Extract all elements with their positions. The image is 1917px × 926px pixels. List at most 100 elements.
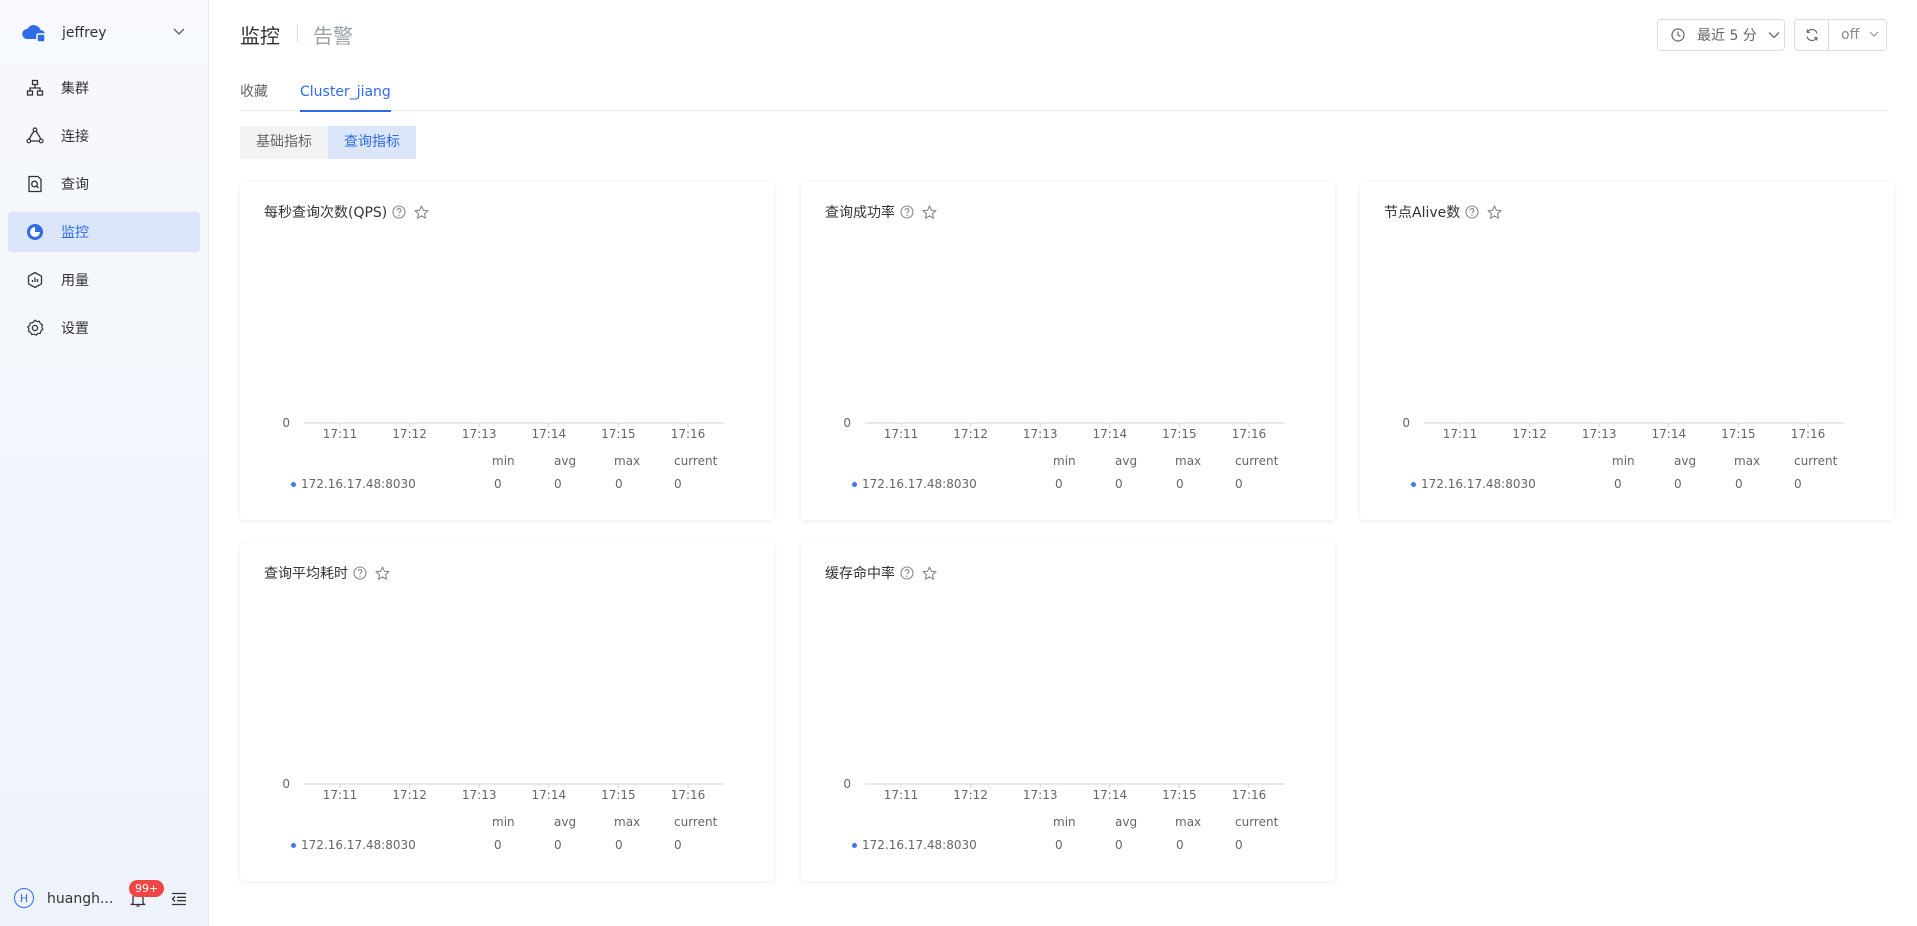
star-icon[interactable] bbox=[1487, 204, 1502, 220]
help-icon[interactable] bbox=[900, 566, 914, 580]
y-tick-label: 0 bbox=[282, 416, 290, 430]
y-tick-label: 0 bbox=[843, 777, 851, 791]
legend-header-min: min bbox=[492, 815, 515, 829]
legend-series[interactable]: 172.16.17.48:8030 bbox=[1411, 477, 1536, 491]
help-icon[interactable] bbox=[392, 205, 406, 219]
usage-icon bbox=[25, 270, 45, 290]
series-name: 172.16.17.48:8030 bbox=[301, 477, 416, 491]
refresh-button[interactable] bbox=[1795, 20, 1829, 50]
legend-header-current: current bbox=[674, 815, 718, 829]
time-range-select[interactable]: 最近 5 分 bbox=[1657, 19, 1785, 51]
x-tick-label: 17:12 bbox=[953, 788, 988, 802]
legend-header-avg: avg bbox=[554, 454, 577, 468]
help-icon[interactable] bbox=[900, 205, 914, 219]
x-tick-label: 17:11 bbox=[323, 427, 358, 441]
legend-header-current: current bbox=[1235, 815, 1279, 829]
card-title-row: 查询平均耗时 bbox=[264, 563, 390, 583]
line-chart: 0 17:11 17:12 17:13 17:14 17:15 17:16 bbox=[843, 777, 1285, 802]
chevron-down-icon bbox=[173, 28, 185, 35]
legend-avg-value: 0 bbox=[1674, 477, 1682, 491]
line-chart: 0 17:11 17:12 17:13 17:14 17:15 17:16 bbox=[282, 777, 724, 802]
x-tick-label: 17:11 bbox=[323, 788, 358, 802]
star-icon[interactable] bbox=[375, 565, 390, 581]
legend-header-min: min bbox=[1612, 454, 1635, 468]
sidebar-item-query[interactable]: 查询 bbox=[8, 164, 200, 204]
sidebar-item-cluster[interactable]: 集群 bbox=[8, 68, 200, 108]
auto-refresh-value: off bbox=[1841, 27, 1860, 43]
legend-avg-value: 0 bbox=[554, 477, 562, 491]
card-title: 缓存命中率 bbox=[825, 566, 895, 582]
card-title: 节点Alive数 bbox=[1384, 205, 1461, 221]
legend-header-current: current bbox=[674, 454, 718, 468]
y-tick-label: 0 bbox=[843, 416, 851, 430]
user-name[interactable]: huangh... bbox=[47, 891, 113, 907]
help-icon[interactable] bbox=[353, 566, 367, 580]
x-tick-label: 17:13 bbox=[1023, 427, 1058, 441]
help-icon[interactable] bbox=[1465, 205, 1479, 219]
alert-tab[interactable]: 告警 bbox=[313, 20, 353, 49]
x-tick-label: 17:16 bbox=[1232, 788, 1267, 802]
x-tick-label: 17:12 bbox=[392, 427, 427, 441]
legend-header-min: min bbox=[1053, 815, 1076, 829]
x-tick-label: 17:15 bbox=[1162, 788, 1197, 802]
user-bar: H huangh... 99+ bbox=[14, 880, 194, 912]
legend-avg-value: 0 bbox=[1115, 838, 1123, 852]
star-icon[interactable] bbox=[922, 204, 937, 220]
tab-cluster-jiang[interactable]: Cluster_jiang bbox=[300, 82, 391, 112]
query-icon bbox=[25, 174, 45, 194]
sidebar-item-monitor[interactable]: 监控 bbox=[8, 212, 200, 252]
title-divider bbox=[297, 24, 298, 42]
legend-series[interactable]: 172.16.17.48:8030 bbox=[291, 477, 416, 491]
x-tick-label: 17:14 bbox=[1093, 788, 1128, 802]
x-tick-label: 17:13 bbox=[1582, 427, 1617, 441]
legend-min-value: 0 bbox=[494, 838, 502, 852]
sidebar-item-connect[interactable]: 连接 bbox=[8, 116, 200, 156]
account-switcher[interactable]: jeffrey bbox=[20, 18, 196, 48]
series-name: 172.16.17.48:8030 bbox=[862, 838, 977, 852]
x-tick-label: 17:16 bbox=[671, 427, 706, 441]
auto-refresh-control: off bbox=[1794, 19, 1887, 51]
legend-series[interactable]: 172.16.17.48:8030 bbox=[852, 838, 977, 852]
x-tick-label: 17:14 bbox=[1093, 427, 1128, 441]
auto-refresh-select[interactable]: off bbox=[1841, 27, 1880, 43]
sidebar-item-usage[interactable]: 用量 bbox=[8, 260, 200, 300]
metric-card: 0 17:11 17:12 17:13 17:14 17:15 17:16 查询成功率 mi… bbox=[801, 182, 1335, 520]
legend-avg-value: 0 bbox=[1115, 477, 1123, 491]
x-tick-label: 17:11 bbox=[884, 427, 919, 441]
avatar[interactable]: H bbox=[14, 888, 34, 908]
star-icon[interactable] bbox=[414, 204, 429, 220]
legend-header-avg: avg bbox=[1115, 454, 1138, 468]
page-title: 监控 bbox=[240, 24, 280, 48]
sidebar-item-label: 设置 bbox=[61, 321, 89, 337]
series-name: 172.16.17.48:8030 bbox=[1421, 477, 1536, 491]
sidebar-item-label: 查询 bbox=[61, 177, 89, 193]
clock-icon bbox=[1671, 28, 1685, 42]
star-icon[interactable] bbox=[922, 565, 937, 581]
segment-basic-metrics[interactable]: 基础指标 bbox=[240, 126, 328, 159]
collapse-menu-icon[interactable] bbox=[171, 892, 187, 906]
x-tick-label: 17:12 bbox=[1512, 427, 1547, 441]
y-tick-label: 0 bbox=[1402, 416, 1410, 430]
x-tick-label: 17:11 bbox=[884, 788, 919, 802]
cluster-icon bbox=[25, 78, 45, 98]
x-tick-label: 17:11 bbox=[1443, 427, 1478, 441]
legend-header-max: max bbox=[614, 815, 641, 829]
cluster-tabs: 收藏 Cluster_jiang bbox=[240, 82, 1888, 112]
legend-series[interactable]: 172.16.17.48:8030 bbox=[291, 838, 416, 852]
sidebar-item-settings[interactable]: 设置 bbox=[8, 308, 200, 348]
legend-header-max: max bbox=[1734, 454, 1761, 468]
account-name: jeffrey bbox=[62, 25, 107, 41]
x-tick-label: 17:13 bbox=[1023, 788, 1058, 802]
card-title-row: 查询成功率 bbox=[825, 202, 937, 222]
legend-header-avg: avg bbox=[1115, 815, 1138, 829]
legend-series[interactable]: 172.16.17.48:8030 bbox=[852, 477, 977, 491]
segment-query-metrics[interactable]: 查询指标 bbox=[328, 126, 416, 159]
metric-card: 0 17:11 17:12 17:13 17:14 17:15 17:16 每秒查询次数(Q… bbox=[240, 182, 774, 520]
sidebar-nav: 集群 连接 查询 监控 用量 设置 bbox=[8, 68, 200, 356]
x-tick-label: 17:14 bbox=[532, 427, 567, 441]
tab-favorites[interactable]: 收藏 bbox=[240, 82, 268, 110]
series-dot bbox=[291, 482, 296, 487]
x-tick-label: 17:15 bbox=[601, 788, 636, 802]
legend-current-value: 0 bbox=[674, 477, 682, 491]
x-tick-label: 17:12 bbox=[953, 427, 988, 441]
